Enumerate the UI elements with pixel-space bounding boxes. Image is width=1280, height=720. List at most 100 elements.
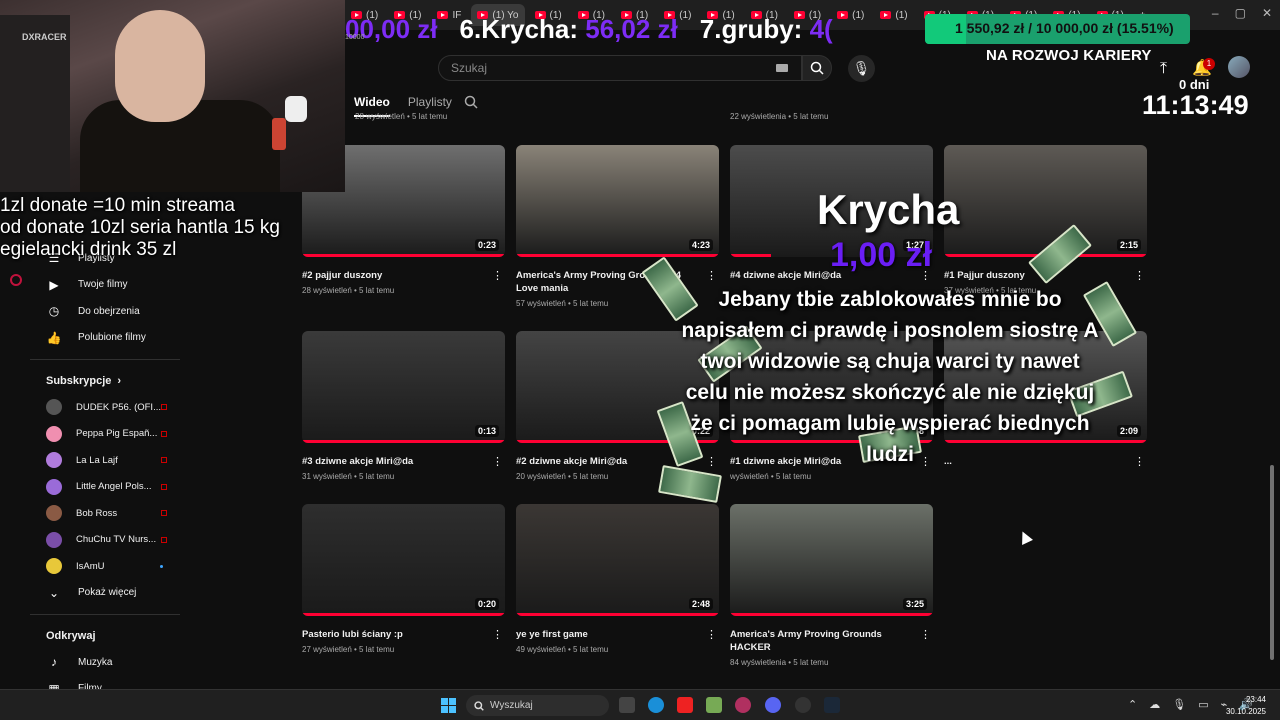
sidebar-item-twoje-filmy[interactable]: ▶ Twoje filmy <box>30 272 185 299</box>
more-options-icon[interactable]: ⋮ <box>492 455 503 468</box>
youtube-app-icon[interactable] <box>677 697 693 713</box>
keyboard-icon[interactable] <box>776 64 788 72</box>
video-thumbnail[interactable]: 0:22 <box>516 331 719 443</box>
close-icon[interactable]: ✕ <box>1262 6 1272 20</box>
taskbar-search-label: Wyszukaj <box>490 700 533 711</box>
chevron-up-icon[interactable]: ⌃ <box>1128 698 1137 711</box>
video-thumbnail[interactable]: 2:15 <box>944 145 1147 257</box>
subscription-item[interactable]: DUDEK P56. (OFI... <box>30 394 185 421</box>
opera-icon[interactable] <box>735 697 751 713</box>
video-card[interactable]: 0:22 #2 dziwne akcje Miri@da 20 wyświetleń… <box>516 331 719 481</box>
video-thumbnail[interactable]: 4:23 <box>516 145 719 257</box>
sidebar-item-muzyka[interactable]: ♪ Muzyka <box>30 649 185 676</box>
taskbar-clock[interactable]: 23:44 30.10.2025 <box>1226 694 1266 718</box>
video-duration: 1:27 <box>902 239 927 251</box>
subscription-item[interactable]: Little Angel Pols... <box>30 474 185 501</box>
video-duration: 0:22 <box>688 425 713 437</box>
more-options-icon[interactable]: ⋮ <box>1134 269 1145 282</box>
minimize-icon[interactable]: – <box>1212 6 1219 20</box>
rule-line: egielancki drink 35 zl <box>0 239 177 260</box>
search-icon[interactable] <box>464 95 478 112</box>
video-title[interactable]: ye ye first game <box>516 628 719 641</box>
subscription-name: ChuChu TV Nurs... <box>76 534 157 546</box>
watch-progress-bar <box>730 613 933 616</box>
goal-percent: (15.51%) <box>1116 20 1174 36</box>
video-thumbnail[interactable]: 0:20 <box>302 504 505 616</box>
video-thumbnail[interactable]: 0:38 <box>730 331 933 443</box>
video-title[interactable]: ... <box>944 455 1147 468</box>
sidebar-item-polubione-filmy[interactable]: 👍 Polubione filmy <box>30 325 185 352</box>
chevron-right-icon: › <box>117 375 122 387</box>
sidebar-item-label: Polubione filmy <box>78 332 146 344</box>
more-options-icon[interactable]: ⋮ <box>492 269 503 282</box>
video-title[interactable]: #2 pajjur duszony <box>302 269 505 282</box>
video-title[interactable]: America's Army Proving Grounds #4 Love m… <box>516 269 719 295</box>
video-thumbnail[interactable]: 2:48 <box>516 504 719 616</box>
steam-icon[interactable] <box>824 697 840 713</box>
subscriptions-heading[interactable]: Subskrypcje › <box>30 368 185 394</box>
video-title[interactable]: #1 Pajjur duszony <box>944 269 1147 282</box>
video-thumbnail[interactable]: 0:13 <box>302 331 505 443</box>
notification-badge: 1 <box>1203 58 1215 70</box>
avatar[interactable] <box>1228 56 1250 78</box>
snipping-tool-icon[interactable] <box>706 697 722 713</box>
cloud-icon[interactable]: ☁ <box>1149 698 1160 711</box>
mic-icon[interactable]: 🎙 <box>1172 698 1186 711</box>
more-options-icon[interactable]: ⋮ <box>706 455 717 468</box>
more-options-icon[interactable]: ⋮ <box>920 269 931 282</box>
subscription-item[interactable]: Bob Ross <box>30 500 185 527</box>
taskbar-search[interactable]: Wyszukaj <box>466 695 609 716</box>
show-more-button[interactable]: ⌄ Pokaż więcej <box>30 580 185 607</box>
subscription-item[interactable]: Peppa Pig Españ... <box>30 421 185 448</box>
video-thumbnail[interactable]: 3:25 <box>730 504 933 616</box>
channel-avatar <box>46 425 62 442</box>
more-options-icon[interactable]: ⋮ <box>920 628 931 641</box>
video-card[interactable]: 4:23 America's Army Proving Grounds #4 Lo… <box>516 145 719 308</box>
search-icon <box>810 61 824 75</box>
display-icon[interactable]: ▭ <box>1198 698 1208 711</box>
more-options-icon[interactable]: ⋮ <box>1134 455 1145 468</box>
edge-icon[interactable] <box>648 697 664 713</box>
video-card[interactable]: 2:09... ⋮ <box>944 331 1147 472</box>
video-title[interactable]: #3 dziwne akcje Miri@da <box>302 455 505 468</box>
page-scrollbar[interactable] <box>1270 465 1274 660</box>
upload-icon[interactable]: ⤒ <box>1160 60 1167 78</box>
more-options-icon[interactable]: ⋮ <box>706 628 717 641</box>
play-icon: ▶ <box>49 277 59 292</box>
video-card[interactable]: 0:20 Pasterio lubi ściany :p 27 wyświetleń… <box>302 504 505 654</box>
subscription-item[interactable]: ChuChu TV Nurs... <box>30 527 185 554</box>
task-view-icon[interactable] <box>619 697 635 713</box>
windows-start-icon[interactable] <box>441 698 456 713</box>
subscription-item[interactable]: IsAmU <box>30 553 185 580</box>
video-title[interactable]: #4 dziwne akcje Miri@da <box>730 269 933 282</box>
video-title[interactable]: Pasterio lubi ściany :p <box>302 628 505 641</box>
video-thumbnail[interactable]: 1:27 <box>730 145 933 257</box>
video-card[interactable]: 0:38 #1 dziwne akcje Miri@da wyświetleń • … <box>730 331 933 481</box>
video-title[interactable]: America's Army Proving Grounds HACKER <box>730 628 933 654</box>
subscription-item[interactable]: La La Lajf <box>30 447 185 474</box>
video-duration: 0:13 <box>474 425 499 437</box>
video-card[interactable]: 2:15 #1 Pajjur duszony 37 wyświetleń • 5 l… <box>944 145 1147 295</box>
search-input[interactable]: Szukaj <box>438 55 802 81</box>
more-options-icon[interactable]: ⋮ <box>706 269 717 282</box>
window-controls: – ▢ ✕ <box>1212 6 1272 20</box>
video-card[interactable]: 2:48 ye ye first game 49 wyświetleń • 5 la… <box>516 504 719 654</box>
search-button[interactable] <box>802 55 832 81</box>
youtube-icon <box>10 274 22 286</box>
obs-icon[interactable] <box>795 697 811 713</box>
video-card[interactable]: 1:27 #4 dziwne akcje Miri@da ⋮ <box>730 145 933 286</box>
video-title[interactable]: #1 dziwne akcje Miri@da <box>730 455 933 468</box>
video-title[interactable]: #2 dziwne akcje Miri@da <box>516 455 719 468</box>
discord-icon[interactable] <box>765 697 781 713</box>
video-card[interactable]: 3:25 America's Army Proving Grounds HACKE… <box>730 504 933 667</box>
watch-progress-bar <box>302 613 505 616</box>
video-thumbnail[interactable]: 2:09 <box>944 331 1147 443</box>
live-icon <box>161 510 167 516</box>
sidebar-item-do-obejrzenia[interactable]: ◷ Do obejrzenia <box>30 298 185 325</box>
more-options-icon[interactable]: ⋮ <box>492 628 503 641</box>
maximize-icon[interactable]: ▢ <box>1235 6 1246 20</box>
more-options-icon[interactable]: ⋮ <box>920 455 931 468</box>
mic-button[interactable]: 🎙 <box>848 55 875 82</box>
ticker-small-label: 10000 <box>345 34 365 41</box>
video-card[interactable]: 0:13 #3 dziwne akcje Miri@da 31 wyświetleń… <box>302 331 505 481</box>
